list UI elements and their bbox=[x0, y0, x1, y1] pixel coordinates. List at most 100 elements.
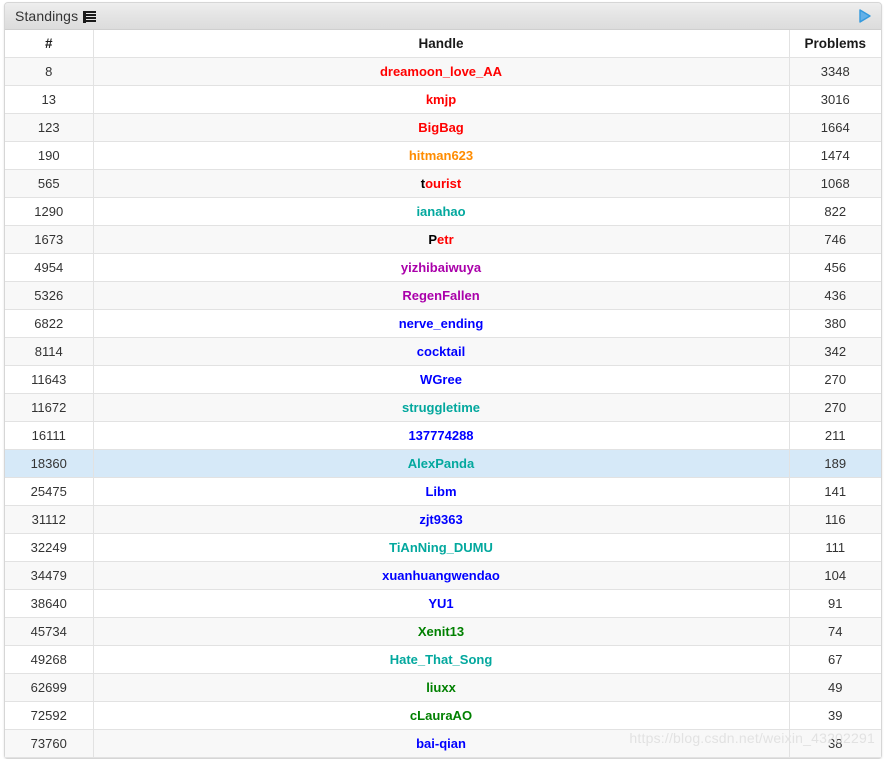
table-row[interactable]: 8 dreamoon_love_AA 3348 bbox=[5, 57, 881, 86]
cell-problems: 74 bbox=[788, 617, 881, 646]
handle-link[interactable]: 137774288 bbox=[408, 428, 473, 443]
cell-problems: 3348 bbox=[788, 57, 881, 86]
table-header-row: # Handle Problems bbox=[5, 30, 881, 58]
column-header-rank[interactable]: # bbox=[5, 30, 94, 58]
cell-problems: 436 bbox=[788, 281, 881, 310]
cell-handle: 137774288 bbox=[92, 421, 790, 450]
cell-rank: 11643 bbox=[5, 365, 94, 394]
handle-link[interactable]: YU1 bbox=[428, 596, 453, 611]
cell-problems: 1068 bbox=[788, 169, 881, 198]
handle-link[interactable]: BigBag bbox=[418, 120, 464, 135]
cell-handle: struggletime bbox=[92, 393, 790, 422]
cell-handle: Libm bbox=[92, 477, 790, 506]
cell-problems: 104 bbox=[788, 561, 881, 590]
cell-rank: 11672 bbox=[5, 393, 94, 422]
cell-problems: 39 bbox=[788, 701, 881, 730]
cell-rank: 49268 bbox=[5, 645, 94, 674]
cell-problems: 342 bbox=[788, 337, 881, 366]
cell-problems: 3016 bbox=[788, 85, 881, 114]
handle-text: nerve_ending bbox=[398, 316, 484, 331]
handle-link[interactable]: Petr bbox=[428, 232, 453, 247]
cell-problems: 67 bbox=[788, 645, 881, 674]
table-row[interactable]: 25475 Libm 141 bbox=[5, 477, 881, 506]
cell-problems: 116 bbox=[788, 505, 881, 534]
handle-link[interactable]: Xenit13 bbox=[418, 624, 464, 639]
handle-text: ianahao bbox=[416, 204, 466, 219]
table-row[interactable]: 5326 RegenFallen 436 bbox=[5, 281, 881, 310]
table-row[interactable]: 190 hitman623 1474 bbox=[5, 141, 881, 170]
handle-link[interactable]: xuanhuangwendao bbox=[382, 568, 500, 583]
handle-first-letter: P bbox=[428, 232, 438, 247]
cell-rank: 38640 bbox=[5, 589, 94, 618]
handle-text: yizhibaiwuya bbox=[400, 260, 482, 275]
column-header-problems[interactable]: Problems bbox=[788, 30, 881, 58]
handle-link[interactable]: TiAnNing_DUMU bbox=[389, 540, 493, 555]
cell-handle: Hate_That_Song bbox=[92, 645, 790, 674]
handle-text: BigBag bbox=[418, 120, 464, 135]
handle-link[interactable]: bai-qian bbox=[416, 736, 466, 751]
cell-rank: 16111 bbox=[5, 421, 94, 450]
cell-handle: dreamoon_love_AA bbox=[92, 57, 790, 86]
handle-link[interactable]: tourist bbox=[421, 176, 461, 191]
standings-table: # Handle Problems 8 dreamoon_love_AA 3348 1… bbox=[5, 30, 881, 758]
handle-link[interactable]: ianahao bbox=[416, 204, 465, 219]
handle-link[interactable]: yizhibaiwuya bbox=[401, 260, 481, 275]
handle-link[interactable]: struggletime bbox=[402, 400, 480, 415]
cell-handle: ianahao bbox=[92, 197, 790, 226]
table-row[interactable]: 16111 137774288 211 bbox=[5, 421, 881, 450]
cell-rank: 8114 bbox=[5, 337, 94, 366]
table-row[interactable]: 38640 YU1 91 bbox=[5, 589, 881, 618]
table-row[interactable]: 45734 Xenit13 74 bbox=[5, 617, 881, 646]
handle-link[interactable]: WGree bbox=[420, 372, 462, 387]
table-row[interactable]: 73760 bai-qian 38 bbox=[5, 729, 881, 758]
cell-handle: WGree bbox=[92, 365, 790, 394]
table-row[interactable]: 72592 cLauraAO 39 bbox=[5, 701, 881, 730]
cell-rank: 190 bbox=[5, 141, 94, 170]
handle-link[interactable]: kmjp bbox=[426, 92, 456, 107]
table-row[interactable]: 32249 TiAnNing_DUMU 111 bbox=[5, 533, 881, 562]
handle-link[interactable]: hitman623 bbox=[409, 148, 473, 163]
cell-handle: tourist bbox=[92, 169, 790, 198]
handle-link[interactable]: cocktail bbox=[417, 344, 465, 359]
cell-rank: 25475 bbox=[5, 477, 94, 506]
column-header-handle[interactable]: Handle bbox=[92, 30, 790, 58]
table-row[interactable]: 6822 nerve_ending 380 bbox=[5, 309, 881, 338]
table-row[interactable]: 31112 zjt9363 116 bbox=[5, 505, 881, 534]
table-row[interactable]: 565 tourist 1068 bbox=[5, 169, 881, 198]
cell-problems: 189 bbox=[788, 449, 881, 478]
handle-link[interactable]: RegenFallen bbox=[402, 288, 479, 303]
cell-handle: AlexPanda bbox=[92, 449, 790, 478]
handle-link[interactable]: Libm bbox=[425, 484, 456, 499]
handle-link[interactable]: dreamoon_love_AA bbox=[380, 64, 502, 79]
handle-text: liuxx bbox=[426, 680, 456, 695]
table-row[interactable]: 62699 liuxx 49 bbox=[5, 673, 881, 702]
table-row[interactable]: 1290 ianahao 822 bbox=[5, 197, 881, 226]
cell-rank: 1290 bbox=[5, 197, 94, 226]
table-row[interactable]: 11672 struggletime 270 bbox=[5, 393, 881, 422]
table-row[interactable]: 11643 WGree 270 bbox=[5, 365, 881, 394]
table-row[interactable]: 49268 Hate_That_Song 67 bbox=[5, 645, 881, 674]
cell-handle: Xenit13 bbox=[92, 617, 790, 646]
handle-text: dreamoon_love_AA bbox=[379, 64, 503, 79]
handle-link[interactable]: zjt9363 bbox=[419, 512, 462, 527]
cell-handle: Petr bbox=[92, 225, 790, 254]
handle-link[interactable]: Hate_That_Song bbox=[390, 652, 493, 667]
table-row[interactable]: 18360 AlexPanda 189 bbox=[5, 449, 881, 478]
table-row[interactable]: 34479 xuanhuangwendao 104 bbox=[5, 561, 881, 590]
handle-text: 137774288 bbox=[408, 428, 474, 443]
cell-rank: 6822 bbox=[5, 309, 94, 338]
table-row[interactable]: 13 kmjp 3016 bbox=[5, 85, 881, 114]
play-arrow-icon[interactable] bbox=[857, 8, 873, 24]
handle-link[interactable]: liuxx bbox=[426, 680, 456, 695]
table-row[interactable]: 1673 Petr 746 bbox=[5, 225, 881, 254]
table-row[interactable]: 123 BigBag 1664 bbox=[5, 113, 881, 142]
handle-link[interactable]: nerve_ending bbox=[399, 316, 484, 331]
handle-link[interactable]: AlexPanda bbox=[408, 456, 474, 471]
standings-widget: Standings # Handle Problems 8 dreamoon_lo… bbox=[4, 2, 882, 759]
handle-link[interactable]: cLauraAO bbox=[410, 708, 472, 723]
cell-handle: liuxx bbox=[92, 673, 790, 702]
table-row[interactable]: 4954 yizhibaiwuya 456 bbox=[5, 253, 881, 282]
cell-problems: 270 bbox=[788, 365, 881, 394]
table-row[interactable]: 8114 cocktail 342 bbox=[5, 337, 881, 366]
cell-problems: 38 bbox=[788, 729, 881, 758]
